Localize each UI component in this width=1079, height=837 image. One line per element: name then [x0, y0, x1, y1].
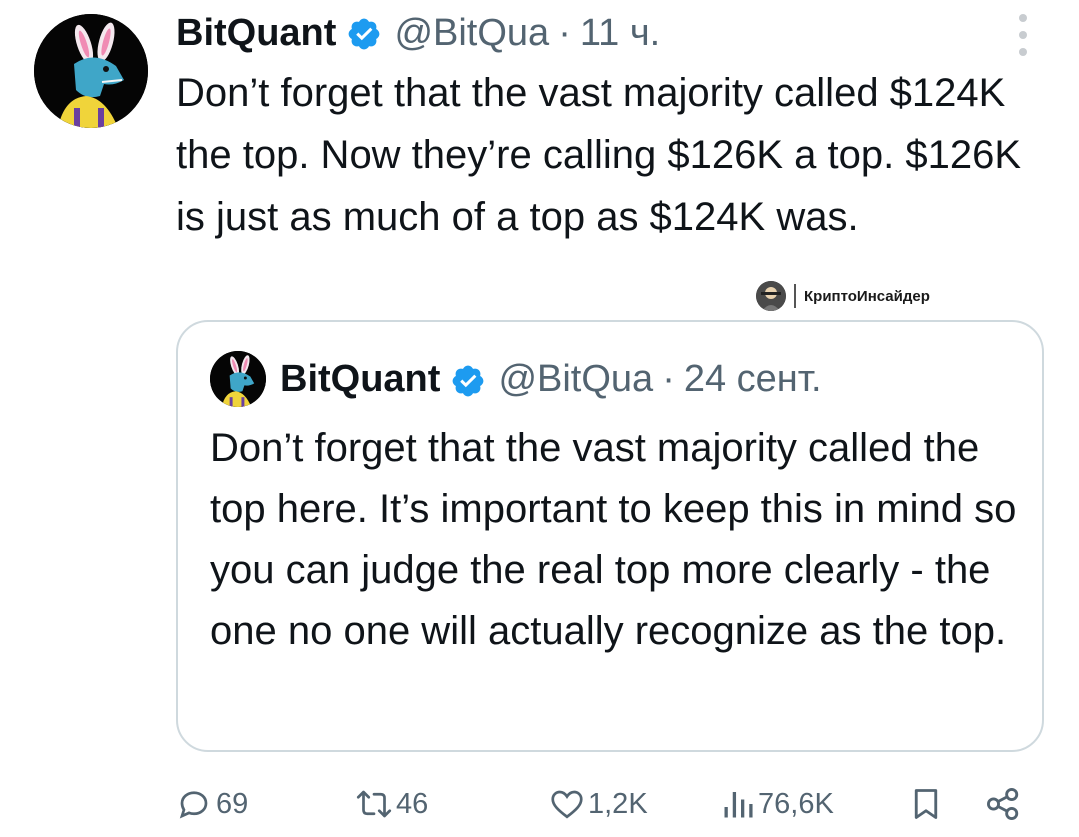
views-icon — [724, 792, 753, 818]
author-name[interactable]: BitQuant — [176, 8, 336, 58]
bookmark-button[interactable] — [908, 776, 944, 832]
watermark-label: КриптоИнсайдер — [804, 287, 930, 305]
quoted-avatar — [210, 351, 266, 407]
repost-button[interactable]: 46 — [354, 776, 428, 832]
tweet-text: Don’t forget that the vast majority call… — [176, 71, 1021, 239]
verified-icon — [450, 361, 486, 397]
quoted-tweet-header: BitQuant @BitQua · 24 сент. — [280, 353, 822, 405]
repost-icon — [356, 790, 392, 818]
share-icon — [987, 788, 1019, 820]
quoted-author-handle: @BitQua — [498, 358, 654, 400]
reply-icon — [179, 791, 208, 819]
watermark: КриптоИнсайдер — [756, 281, 930, 311]
bookmark-icon — [914, 789, 938, 819]
separator: · — [558, 12, 571, 54]
view-count: 76,6K — [758, 787, 834, 820]
like-count: 1,2K — [588, 787, 648, 820]
quoted-tweet-text: Don’t forget that the vast majority call… — [210, 426, 1017, 653]
tweet-header: BitQuant @BitQua · 11 ч. — [176, 8, 660, 58]
quoted-author-name: BitQuant — [280, 358, 441, 400]
separator: · — [662, 358, 675, 400]
timestamp[interactable]: 11 ч. — [580, 8, 660, 58]
more-icon[interactable] — [1010, 14, 1036, 56]
views-button[interactable]: 76,6K — [720, 776, 834, 832]
repost-count: 46 — [396, 787, 429, 820]
reply-count: 69 — [216, 787, 249, 820]
share-button[interactable] — [984, 776, 1022, 832]
verified-icon — [346, 15, 382, 51]
quoted-timestamp: 24 сент. — [683, 358, 822, 400]
watermark-logo-icon — [756, 281, 786, 311]
like-icon — [551, 790, 583, 819]
watermark-divider — [794, 284, 796, 308]
avatar[interactable] — [34, 14, 148, 128]
action-bar: 69 46 1,2K 76,6K — [0, 776, 1079, 832]
like-button[interactable]: 1,2K — [548, 776, 648, 832]
author-handle[interactable]: @BitQua — [394, 8, 549, 58]
reply-button[interactable]: 69 — [176, 776, 248, 832]
